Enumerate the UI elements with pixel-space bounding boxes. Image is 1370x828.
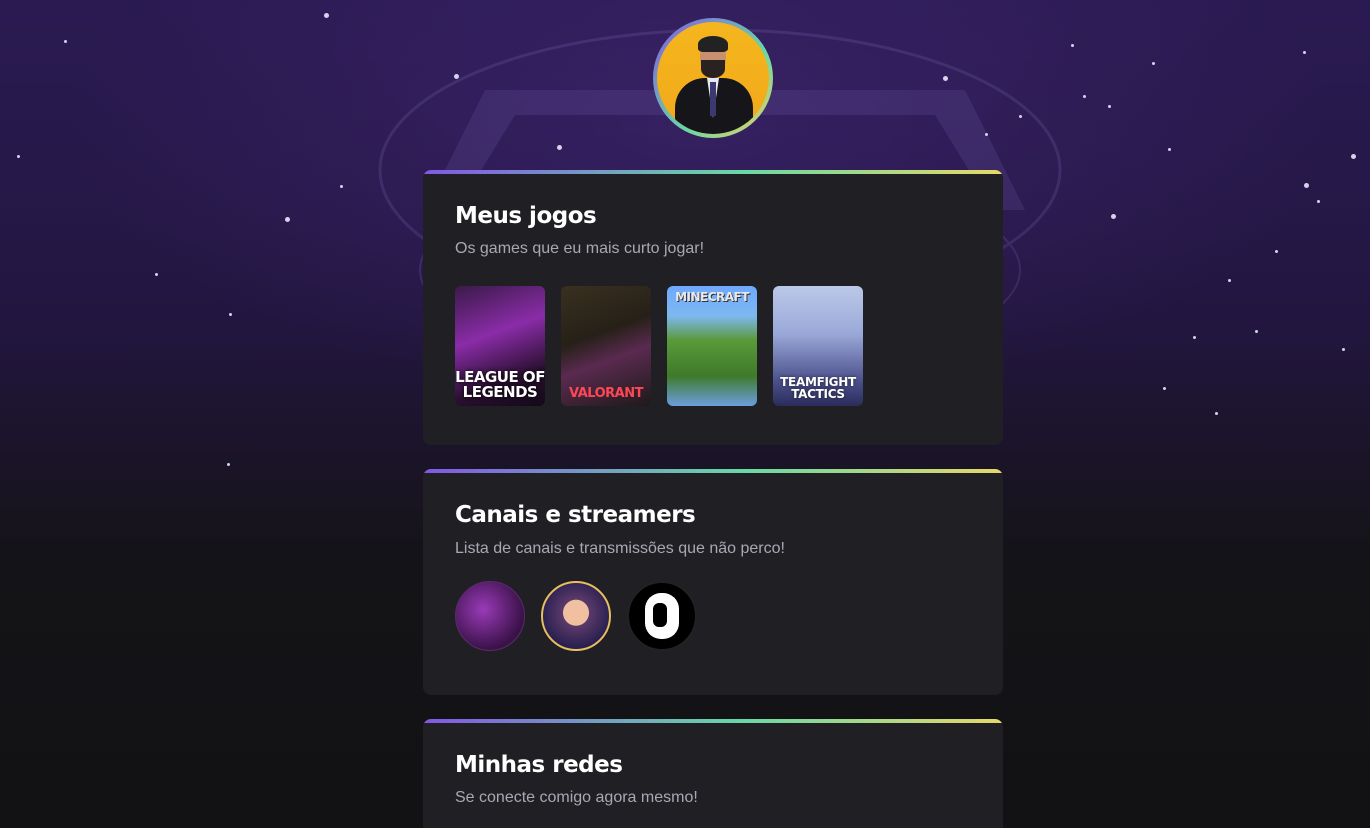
networks-subtitle: Se conecte comigo agora mesmo!: [455, 789, 698, 806]
game-valorant[interactable]: VALORANT: [561, 286, 651, 406]
star: [1193, 336, 1196, 339]
streamer-avatar-3-icon[interactable]: [627, 581, 697, 651]
star: [1317, 200, 1320, 203]
star: [155, 273, 158, 276]
game-label: TEAMFIGHT TACTICS: [780, 375, 856, 401]
star: [1255, 330, 1258, 333]
star: [1215, 412, 1218, 415]
star: [557, 145, 562, 150]
star: [1304, 183, 1309, 188]
star: [227, 463, 230, 466]
star: [324, 13, 329, 18]
game-teamfight-tactics[interactable]: TEAMFIGHT TACTICS: [773, 286, 863, 406]
star: [985, 133, 988, 136]
star: [1342, 348, 1345, 351]
game-label: VALORANT: [569, 386, 643, 401]
star: [17, 155, 20, 158]
profile-avatar: [653, 18, 773, 138]
star: [1152, 62, 1155, 65]
streamer-avatar-1-icon[interactable]: [455, 581, 525, 651]
star: [1303, 51, 1306, 54]
game-label: MINECRAFT: [675, 290, 749, 304]
star: [1083, 95, 1086, 98]
game-league-of-legends[interactable]: LEAGUE OF LEGENDS: [455, 286, 545, 406]
star: [1168, 148, 1171, 151]
game-minecraft[interactable]: MINECRAFT: [667, 286, 757, 406]
star: [454, 74, 459, 79]
games-title: Meus jogos: [455, 203, 597, 229]
star: [229, 313, 232, 316]
networks-card: Minhas redes Se conecte comigo agora mes…: [423, 719, 1003, 828]
star: [943, 76, 948, 81]
streamers-subtitle: Lista de canais e transmissões que não p…: [455, 540, 785, 557]
star: [1071, 44, 1074, 47]
star: [1111, 214, 1116, 219]
networks-title: Minhas redes: [455, 752, 623, 778]
star: [64, 40, 67, 43]
star: [340, 185, 343, 188]
star: [1108, 105, 1111, 108]
profile-photo-icon: [657, 22, 769, 134]
streamers-title: Canais e streamers: [455, 502, 696, 528]
games-subtitle: Os games que eu mais curto jogar!: [455, 240, 705, 257]
streamers-card: Canais e streamers Lista de canais e tra…: [423, 469, 1003, 695]
star: [1275, 250, 1278, 253]
games-card: Meus jogos Os games que eu mais curto jo…: [423, 170, 1003, 445]
game-label: LEAGUE OF LEGENDS: [455, 368, 545, 401]
star: [1351, 154, 1356, 159]
streamer-avatar-2-icon[interactable]: [541, 581, 611, 651]
star: [1228, 279, 1231, 282]
star: [1019, 115, 1022, 118]
star: [285, 217, 290, 222]
star: [1163, 387, 1166, 390]
